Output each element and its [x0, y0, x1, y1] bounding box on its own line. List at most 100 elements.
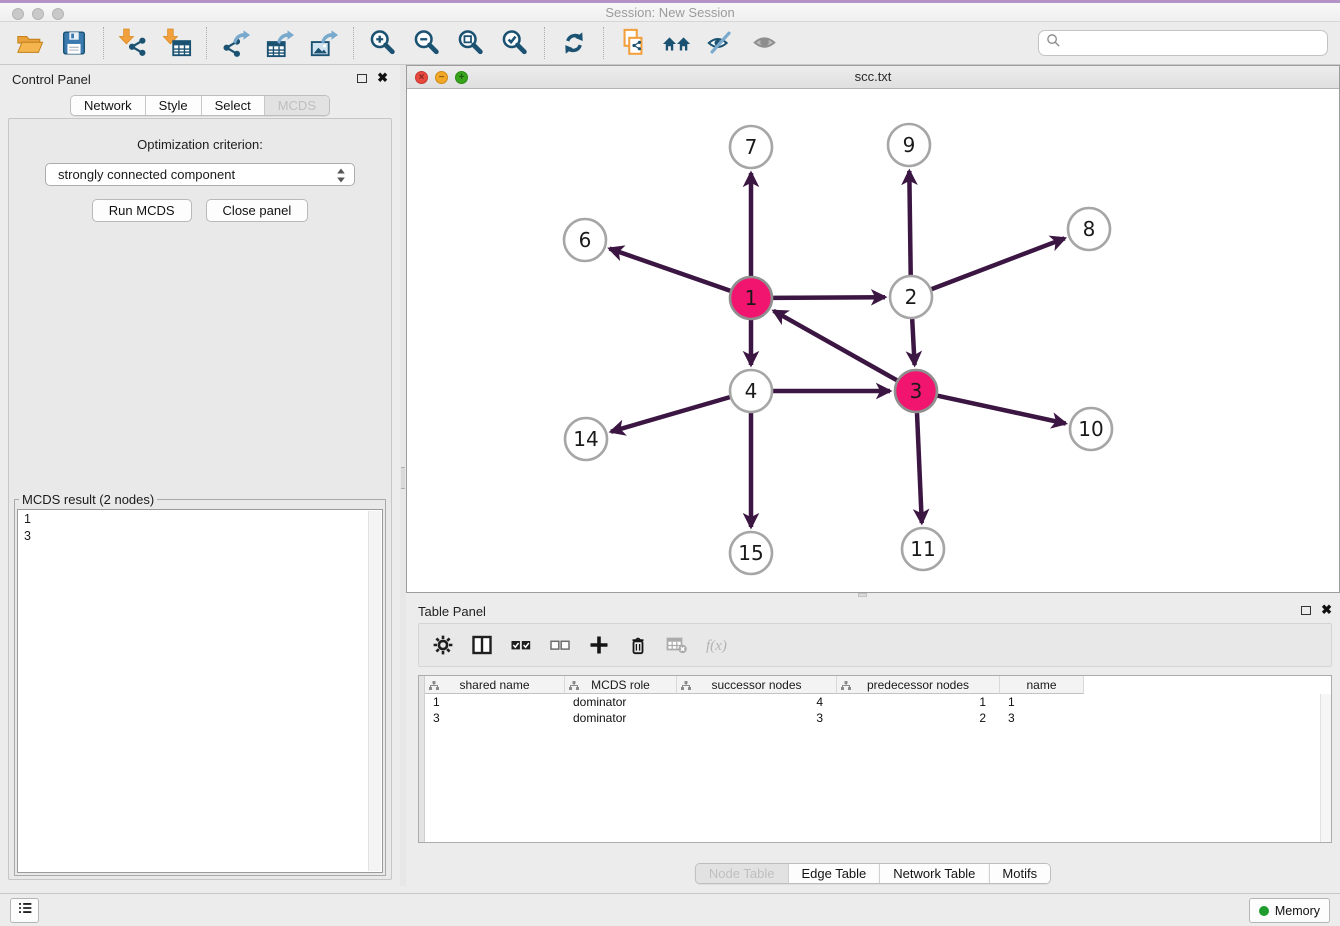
float-panel-icon[interactable]: [1301, 606, 1311, 615]
tab-network-table[interactable]: Network Table: [880, 864, 989, 883]
column-header-successor-nodes[interactable]: successor nodes: [677, 676, 837, 694]
graph-node-1[interactable]: 1: [730, 277, 772, 319]
refresh-layout-button[interactable]: [552, 24, 596, 62]
tab-style[interactable]: Style: [146, 96, 202, 115]
export-table-button[interactable]: [258, 24, 302, 62]
cell-predecessor-nodes[interactable]: 1: [837, 694, 1000, 710]
table-header-row: shared name MCDS role successor nodesprede…: [425, 676, 1331, 694]
tab-motifs[interactable]: Motifs: [989, 864, 1050, 883]
close-panel-icon[interactable]: ✖: [377, 73, 388, 83]
column-header-shared-name[interactable]: shared name: [425, 676, 565, 694]
cell-successor-nodes[interactable]: 3: [677, 710, 837, 726]
mcds-result-item[interactable]: 3: [18, 527, 382, 544]
app-title: Session: New Session: [0, 5, 1340, 20]
mcds-result-list[interactable]: 13: [17, 509, 383, 873]
edge-2-8[interactable]: [932, 238, 1065, 289]
edge-1-6[interactable]: [610, 249, 731, 291]
zoom-in-button[interactable]: [361, 24, 405, 62]
graph-node-8[interactable]: 8: [1068, 208, 1110, 250]
gear-button[interactable]: [431, 633, 455, 657]
new-network-from-selection-button[interactable]: [611, 24, 655, 62]
network-window-titlebar[interactable]: × − + scc.txt: [407, 66, 1339, 89]
table-row[interactable]: 3dominator323: [425, 710, 1331, 726]
mcds-result-item[interactable]: 1: [18, 510, 382, 527]
splitter-grip[interactable]: [401, 467, 405, 489]
cell-mcds-role[interactable]: dominator: [565, 694, 677, 710]
close-panel-button[interactable]: Close panel: [206, 199, 309, 222]
run-mcds-button[interactable]: Run MCDS: [92, 199, 192, 222]
search-input[interactable]: [1065, 33, 1327, 53]
deselect-all-rows-button[interactable]: [548, 633, 572, 657]
column-header-predecessor-nodes[interactable]: predecessor nodes: [837, 676, 1000, 694]
cell-successor-nodes[interactable]: 4: [677, 694, 837, 710]
edge-3-1[interactable]: [774, 311, 897, 380]
table-row[interactable]: 1dominator411: [425, 694, 1331, 710]
close-panel-icon[interactable]: ✖: [1321, 605, 1332, 615]
export-network-button[interactable]: [214, 24, 258, 62]
graph-node-4[interactable]: 4: [730, 370, 772, 412]
graph-node-9[interactable]: 9: [888, 124, 930, 166]
control-panel: Control Panel ✖ NetworkStyleSelectMCDS O…: [0, 65, 400, 886]
table-scrollbar[interactable]: [1320, 694, 1331, 842]
column-chooser-button[interactable]: [470, 633, 494, 657]
table-panel: Table Panel ✖ f(x) shared nameMCDS roles…: [406, 597, 1340, 886]
edge-2-9[interactable]: [909, 171, 910, 275]
svg-text:4: 4: [745, 379, 758, 403]
open-file-button[interactable]: [8, 24, 52, 62]
edge-1-2[interactable]: [773, 297, 885, 298]
float-panel-icon[interactable]: [357, 74, 367, 83]
import-table-button[interactable]: [155, 24, 199, 62]
graph-node-10[interactable]: 10: [1070, 408, 1112, 450]
optimization-criterion-select[interactable]: strongly connected component: [45, 163, 355, 186]
mcds-result-scrollbar[interactable]: [368, 511, 381, 871]
graph-node-11[interactable]: 11: [902, 528, 944, 570]
select-all-rows-button[interactable]: [509, 633, 533, 657]
zoom-out-button[interactable]: [405, 24, 449, 62]
graph-node-15[interactable]: 15: [730, 532, 772, 574]
cell-name[interactable]: 3: [1000, 710, 1084, 726]
edge-2-3[interactable]: [912, 319, 914, 365]
first-neighbors-button[interactable]: [655, 24, 699, 62]
header-filler: [1084, 676, 1331, 694]
graph-node-2[interactable]: 2: [890, 276, 932, 318]
add-row-button[interactable]: [587, 633, 611, 657]
zoom-fit-button[interactable]: [449, 24, 493, 62]
edge-4-14[interactable]: [611, 397, 730, 432]
cell-name[interactable]: 1: [1000, 694, 1084, 710]
hide-selected-button[interactable]: [699, 24, 743, 62]
column-label: MCDS role: [591, 678, 650, 692]
cell-mcds-role[interactable]: dominator: [565, 710, 677, 726]
tab-edge-table[interactable]: Edge Table: [788, 864, 880, 883]
graph-canvas[interactable]: 7 9 6 8 1 2 4 3 14 10 15 11: [407, 89, 1339, 592]
tab-node-table[interactable]: Node Table: [696, 864, 789, 883]
edge-3-11[interactable]: [917, 413, 922, 523]
graph-node-7[interactable]: 7: [730, 126, 772, 168]
cell-shared-name[interactable]: 1: [425, 694, 565, 710]
task-history-button[interactable]: [10, 898, 39, 923]
import-network-button[interactable]: [111, 24, 155, 62]
tab-network[interactable]: Network: [71, 96, 146, 115]
toolbar-separator: [603, 27, 604, 59]
save-session-button[interactable]: [52, 24, 96, 62]
column-label: name: [1026, 678, 1056, 692]
zoom-selected-button[interactable]: [493, 24, 537, 62]
column-header-mcds-role[interactable]: MCDS role: [565, 676, 677, 694]
svg-text:6: 6: [579, 228, 592, 252]
column-label: shared name: [459, 678, 529, 692]
svg-text:11: 11: [910, 537, 935, 561]
edge-3-10[interactable]: [938, 396, 1066, 424]
cell-predecessor-nodes[interactable]: 2: [837, 710, 1000, 726]
tab-select[interactable]: Select: [202, 96, 265, 115]
cell-shared-name[interactable]: 3: [425, 710, 565, 726]
graph-node-6[interactable]: 6: [564, 219, 606, 261]
graph-node-14[interactable]: 14: [565, 418, 607, 460]
column-header-name[interactable]: name: [1000, 676, 1084, 694]
svg-text:7: 7: [745, 135, 758, 159]
memory-button[interactable]: Memory: [1249, 898, 1330, 923]
graph-node-3[interactable]: 3: [895, 370, 937, 412]
delete-row-button[interactable]: [626, 633, 650, 657]
tab-mcds[interactable]: MCDS: [265, 96, 329, 115]
export-image-button[interactable]: [302, 24, 346, 62]
show-all-button[interactable]: [743, 24, 787, 62]
tree-column-icon: [841, 680, 851, 694]
